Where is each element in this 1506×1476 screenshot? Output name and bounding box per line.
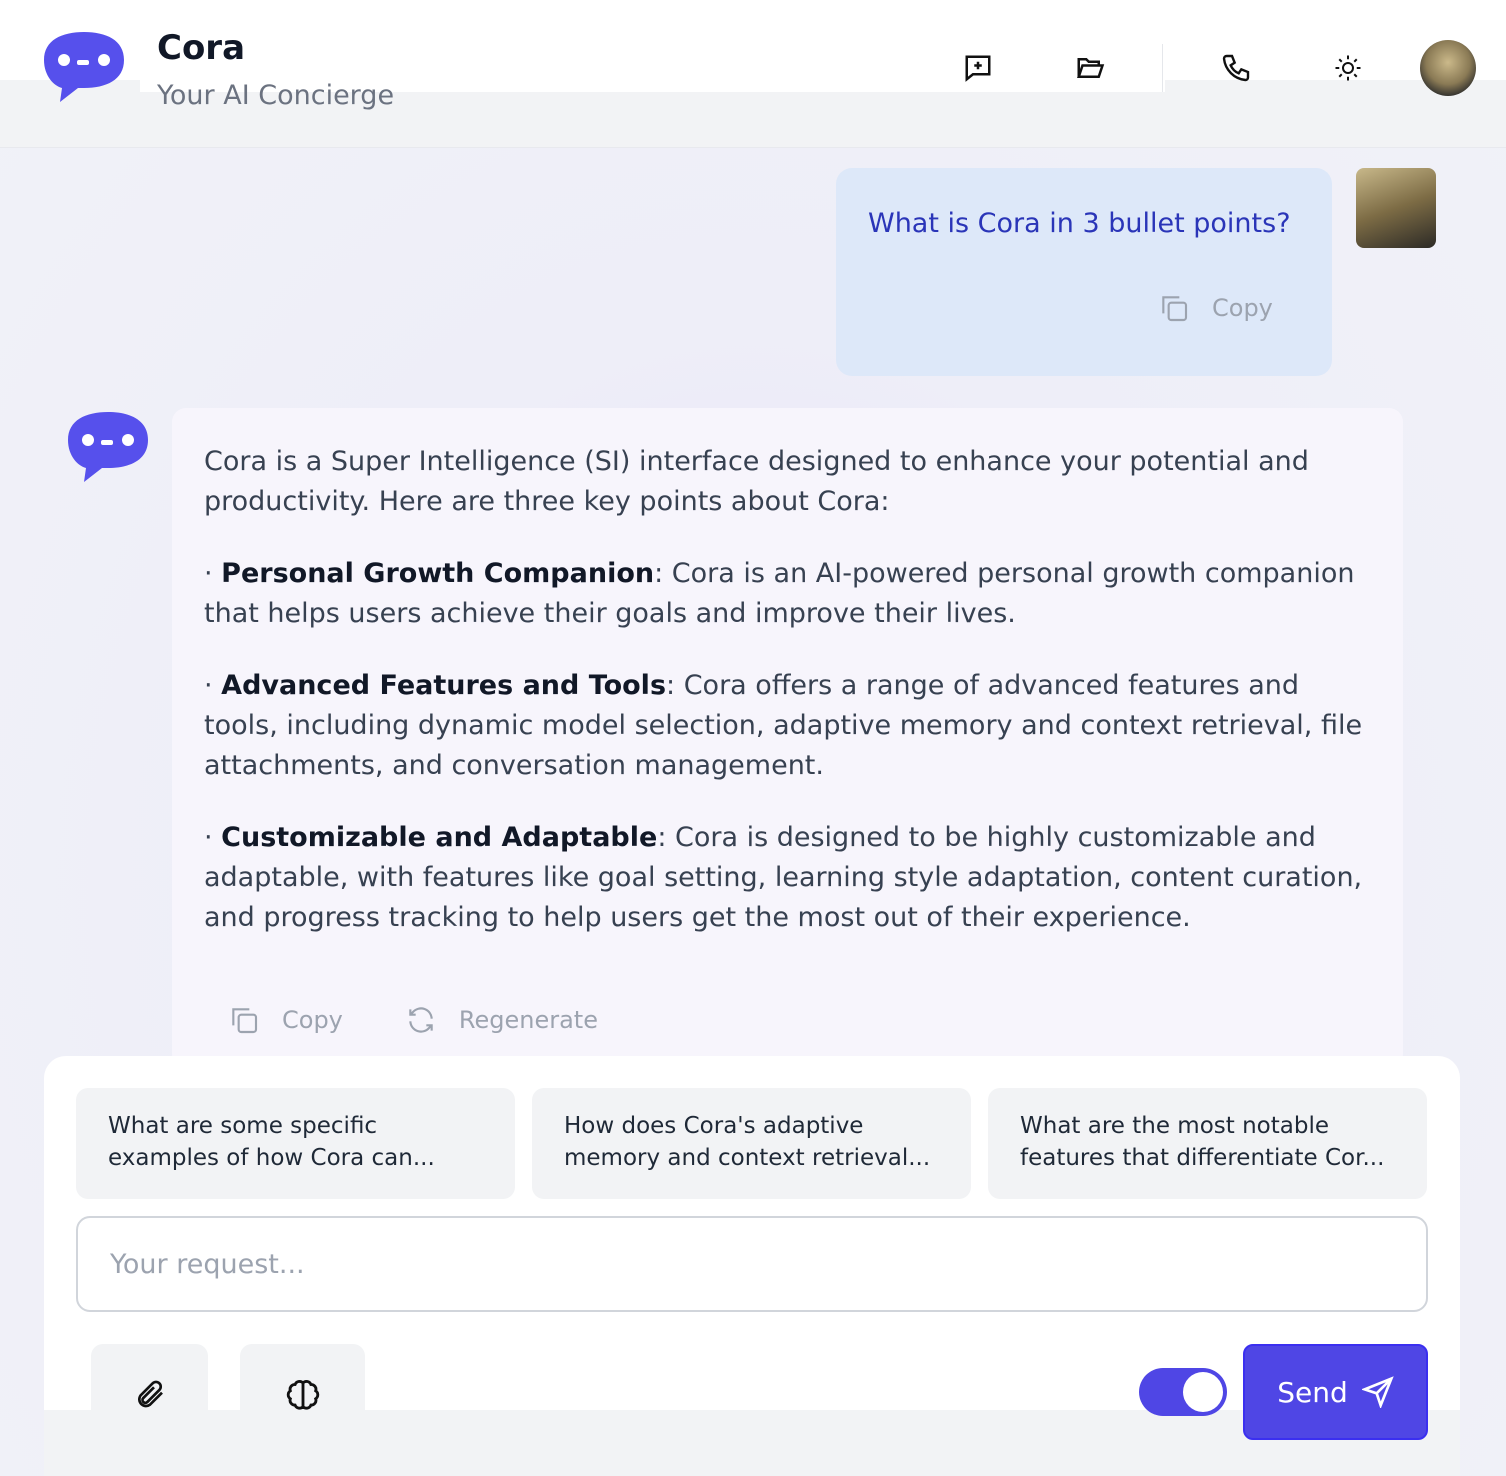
attach-button[interactable]	[91, 1344, 208, 1444]
copy-icon	[1162, 296, 1188, 322]
refresh-icon	[409, 1007, 433, 1033]
folder-open-icon[interactable]	[1072, 50, 1108, 86]
suggestion-chip[interactable]: What are some specific examples of how C…	[76, 1088, 515, 1199]
user-message-text: What is Cora in 3 bullet points?	[868, 208, 1291, 239]
composer-panel: What are some specific examples of how C…	[44, 1056, 1460, 1476]
theme-toggle-icon[interactable]	[1330, 50, 1366, 86]
assistant-message-bubble: Cora is a Super Intelligence (SI) interf…	[172, 408, 1403, 1068]
send-button[interactable]: Send	[1243, 1344, 1428, 1440]
phone-icon[interactable]	[1218, 50, 1254, 86]
user-message-bubble: What is Cora in 3 bullet points? Copy	[836, 168, 1332, 376]
mode-toggle[interactable]	[1139, 1368, 1227, 1416]
memory-button[interactable]	[240, 1344, 365, 1444]
header-divider	[1162, 44, 1163, 92]
brain-icon	[286, 1380, 319, 1410]
user-avatar[interactable]	[1420, 40, 1476, 96]
copy-label: Copy	[1212, 294, 1273, 322]
paperclip-icon	[137, 1380, 163, 1408]
cora-logo-icon	[44, 30, 124, 106]
bullet-item: · Personal Growth Companion: Cora is an …	[204, 558, 1355, 629]
app-title: Cora	[157, 28, 246, 68]
suggestion-chip[interactable]: How does Cora's adaptive memory and cont…	[532, 1088, 971, 1199]
app-header: Cora Your AI Concierge	[0, 0, 1506, 148]
user-message-avatar	[1356, 168, 1436, 248]
bullet-item: · Customizable and Adaptable: Cora is de…	[204, 822, 1363, 933]
assistant-intro: Cora is a Super Intelligence (SI) interf…	[204, 446, 1309, 517]
bullet-item: · Advanced Features and Tools: Cora offe…	[204, 670, 1363, 781]
request-input[interactable]: Your request...	[76, 1216, 1428, 1312]
new-chat-icon[interactable]	[960, 50, 996, 86]
user-copy-button[interactable]: Copy	[1158, 292, 1273, 324]
regenerate-button[interactable]: Regenerate	[405, 1000, 598, 1040]
send-icon	[1361, 1376, 1394, 1408]
assistant-avatar-icon	[68, 410, 148, 486]
copy-icon	[232, 1008, 258, 1034]
app-subtitle: Your AI Concierge	[157, 80, 395, 111]
assistant-copy-button[interactable]: Copy	[228, 1000, 343, 1040]
suggestion-chip[interactable]: What are the most notable features that …	[988, 1088, 1427, 1199]
